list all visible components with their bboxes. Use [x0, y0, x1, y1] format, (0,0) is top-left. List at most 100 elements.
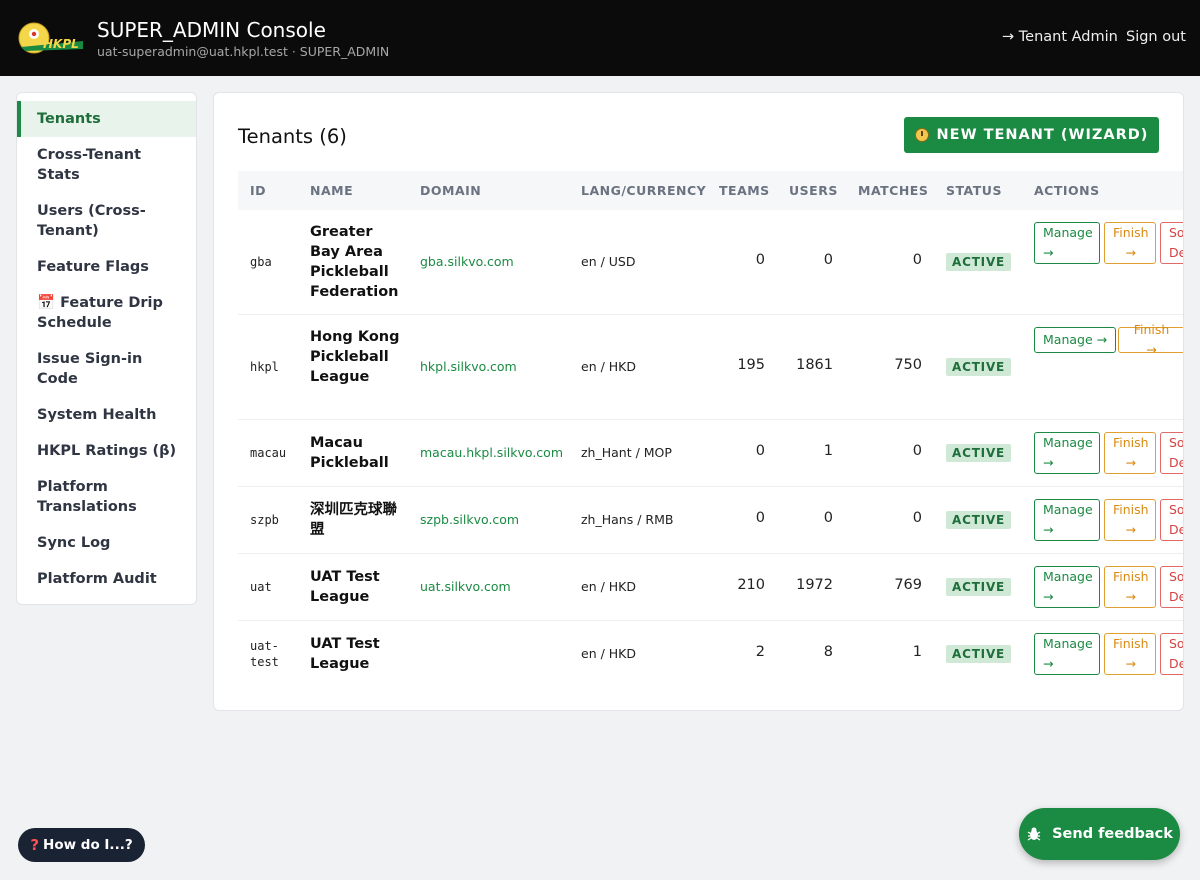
- new-tenant-wizard-button[interactable]: NEW TENANT (WIZARD): [904, 117, 1159, 153]
- tenant-teams: 210: [737, 577, 765, 593]
- finish-button[interactable]: Finish →: [1104, 633, 1156, 675]
- manage-button[interactable]: Manage →: [1034, 327, 1117, 353]
- send-feedback-button[interactable]: Send feedback: [1019, 808, 1180, 860]
- column-header-teams: TEAMS: [719, 183, 770, 198]
- tenant-lang-currency: en / HKD: [581, 646, 636, 661]
- soft-delete-button[interactable]: Soft Delete: [1160, 432, 1183, 474]
- tenant-matches: 750: [894, 357, 922, 373]
- tenant-users: 1972: [796, 577, 833, 593]
- tenant-matches: 0: [912, 443, 922, 459]
- how-do-i-label: How do I...?: [43, 837, 133, 853]
- sidebar-item-label: Users (Cross-Tenant): [37, 203, 146, 239]
- tenant-users: 0: [823, 510, 833, 526]
- new-tenant-button-label: NEW TENANT (WIZARD): [936, 127, 1149, 143]
- table-row: macau Macau Pickleball macau.hkpl.silkvo…: [238, 420, 1183, 487]
- sidebar-item-feature-flags[interactable]: Feature Flags: [17, 249, 196, 285]
- manage-button[interactable]: Manage →: [1034, 432, 1100, 474]
- tenant-lang-currency: en / HKD: [581, 359, 636, 374]
- sidebar-item-cross-tenant-stats[interactable]: Cross-Tenant Stats: [17, 137, 196, 193]
- manage-button[interactable]: Manage →: [1034, 499, 1100, 541]
- sidebar-item-label: Feature Flags: [37, 259, 149, 275]
- status-badge: ACTIVE: [946, 578, 1012, 596]
- tenant-teams: 195: [737, 357, 765, 373]
- sidebar-nav: Tenants Cross-Tenant Stats Users (Cross-…: [16, 92, 197, 605]
- tenant-matches: 769: [894, 577, 922, 593]
- top-header: HKPL SUPER_ADMIN Console uat-superadmin@…: [0, 0, 1200, 76]
- tenant-domain-link[interactable]: gba.silkvo.com: [420, 254, 514, 269]
- sidebar-item-system-health[interactable]: System Health: [17, 397, 196, 433]
- table-row: uat-test UAT Test League en / HKD 2 8 1 …: [238, 621, 1183, 688]
- sidebar-item-platform-audit[interactable]: Platform Audit: [17, 561, 196, 597]
- status-badge: ACTIVE: [946, 511, 1012, 529]
- finish-button[interactable]: Finish →: [1104, 222, 1156, 264]
- tenant-users: 8: [823, 644, 833, 660]
- tenant-domain-link[interactable]: uat.silkvo.com: [420, 579, 511, 594]
- column-header-domain: DOMAIN: [420, 183, 482, 198]
- soft-delete-button[interactable]: Soft Delete: [1160, 566, 1183, 608]
- question-icon: ?: [30, 836, 40, 854]
- tenant-name: UAT Test League: [310, 569, 380, 605]
- soft-delete-button[interactable]: Soft Delete: [1160, 222, 1183, 264]
- sidebar-item-label: Sync Log: [37, 535, 111, 551]
- sidebar-item-users-cross-tenant[interactable]: Users (Cross-Tenant): [17, 193, 196, 249]
- finish-button[interactable]: Finish →: [1104, 566, 1156, 608]
- tenant-lang-currency: zh_Hans / RMB: [581, 512, 674, 527]
- logo-text: HKPL: [43, 37, 79, 51]
- sidebar-item-issue-sign-in-code[interactable]: Issue Sign-in Code: [17, 341, 196, 397]
- finish-button[interactable]: Finish →: [1104, 432, 1156, 474]
- manage-button[interactable]: Manage →: [1034, 222, 1100, 264]
- column-header-status: STATUS: [946, 183, 1002, 198]
- tenant-teams: 0: [755, 510, 765, 526]
- tenant-domain-link[interactable]: macau.hkpl.silkvo.com: [420, 445, 563, 460]
- tenant-name: Hong Kong Pickleball League: [310, 329, 400, 385]
- tenant-domain-link[interactable]: hkpl.silkvo.com: [420, 359, 517, 374]
- hkpl-logo: HKPL: [18, 22, 83, 54]
- sidebar-item-label: System Health: [37, 407, 157, 423]
- tenant-lang-currency: en / USD: [581, 254, 636, 269]
- sidebar-item-label: Tenants: [37, 111, 101, 127]
- sidebar-item-label: Platform Translations: [37, 479, 137, 515]
- tenant-admin-link[interactable]: → Tenant Admin: [1002, 29, 1118, 45]
- finish-button[interactable]: Finish →: [1104, 499, 1156, 541]
- tenant-id: gba: [250, 255, 272, 269]
- tenant-lang-currency: en / HKD: [581, 579, 636, 594]
- bug-icon: [1027, 827, 1041, 841]
- tenant-name: Macau Pickleball: [310, 435, 389, 471]
- send-feedback-label: Send feedback: [1052, 826, 1173, 842]
- tenant-users: 0: [823, 252, 833, 268]
- column-header-id: ID: [250, 183, 267, 198]
- tenant-matches: 0: [912, 252, 922, 268]
- column-header-actions: ACTIONS: [1034, 183, 1100, 198]
- sidebar-item-feature-drip-schedule[interactable]: 📅 Feature Drip Schedule: [17, 285, 196, 341]
- table-row: uat UAT Test League uat.silkvo.com en / …: [238, 554, 1183, 621]
- sidebar-item-platform-translations[interactable]: Platform Translations: [17, 469, 196, 525]
- page-header-title: SUPER_ADMIN Console: [97, 18, 326, 42]
- manage-button[interactable]: Manage →: [1034, 566, 1100, 608]
- manage-button[interactable]: Manage →: [1034, 633, 1100, 675]
- tenant-id: macau: [250, 446, 287, 460]
- status-badge: ACTIVE: [946, 444, 1012, 462]
- sidebar-item-sync-log[interactable]: Sync Log: [17, 525, 196, 561]
- tenant-users: 1: [823, 443, 833, 459]
- tenant-teams: 0: [755, 443, 765, 459]
- page-title: Tenants (6): [238, 125, 347, 148]
- user-identity: uat-superadmin@uat.hkpl.test · SUPER_ADM…: [97, 44, 390, 59]
- table-header: ID NAME DOMAIN LANG/CURRENCY TEAMS USERS…: [238, 171, 1183, 210]
- clock-icon: [914, 128, 929, 142]
- sidebar-item-hkpl-ratings[interactable]: HKPL Ratings (β): [17, 433, 196, 469]
- finish-button[interactable]: Finish →: [1118, 322, 1183, 357]
- status-badge: ACTIVE: [946, 358, 1012, 376]
- sidebar-item-tenants[interactable]: Tenants: [17, 101, 196, 137]
- sidebar-item-label: Issue Sign-in Code: [37, 351, 143, 387]
- sidebar-item-label: Cross-Tenant Stats: [37, 147, 142, 183]
- soft-delete-button[interactable]: Soft Delete: [1160, 499, 1183, 541]
- tenants-panel: Tenants (6) NEW TENANT (WIZARD) ID NAME …: [213, 92, 1184, 711]
- sign-out-link[interactable]: Sign out: [1126, 29, 1186, 45]
- tenant-id: uat-test: [250, 639, 279, 669]
- status-badge: ACTIVE: [946, 645, 1012, 663]
- how-do-i-button[interactable]: ? How do I...?: [18, 828, 145, 862]
- tenant-teams: 0: [755, 252, 765, 268]
- tenant-name: 深圳匹克球聯盟: [310, 502, 397, 538]
- soft-delete-button[interactable]: Soft Delete: [1160, 633, 1183, 675]
- tenant-domain-link[interactable]: szpb.silkvo.com: [420, 512, 519, 527]
